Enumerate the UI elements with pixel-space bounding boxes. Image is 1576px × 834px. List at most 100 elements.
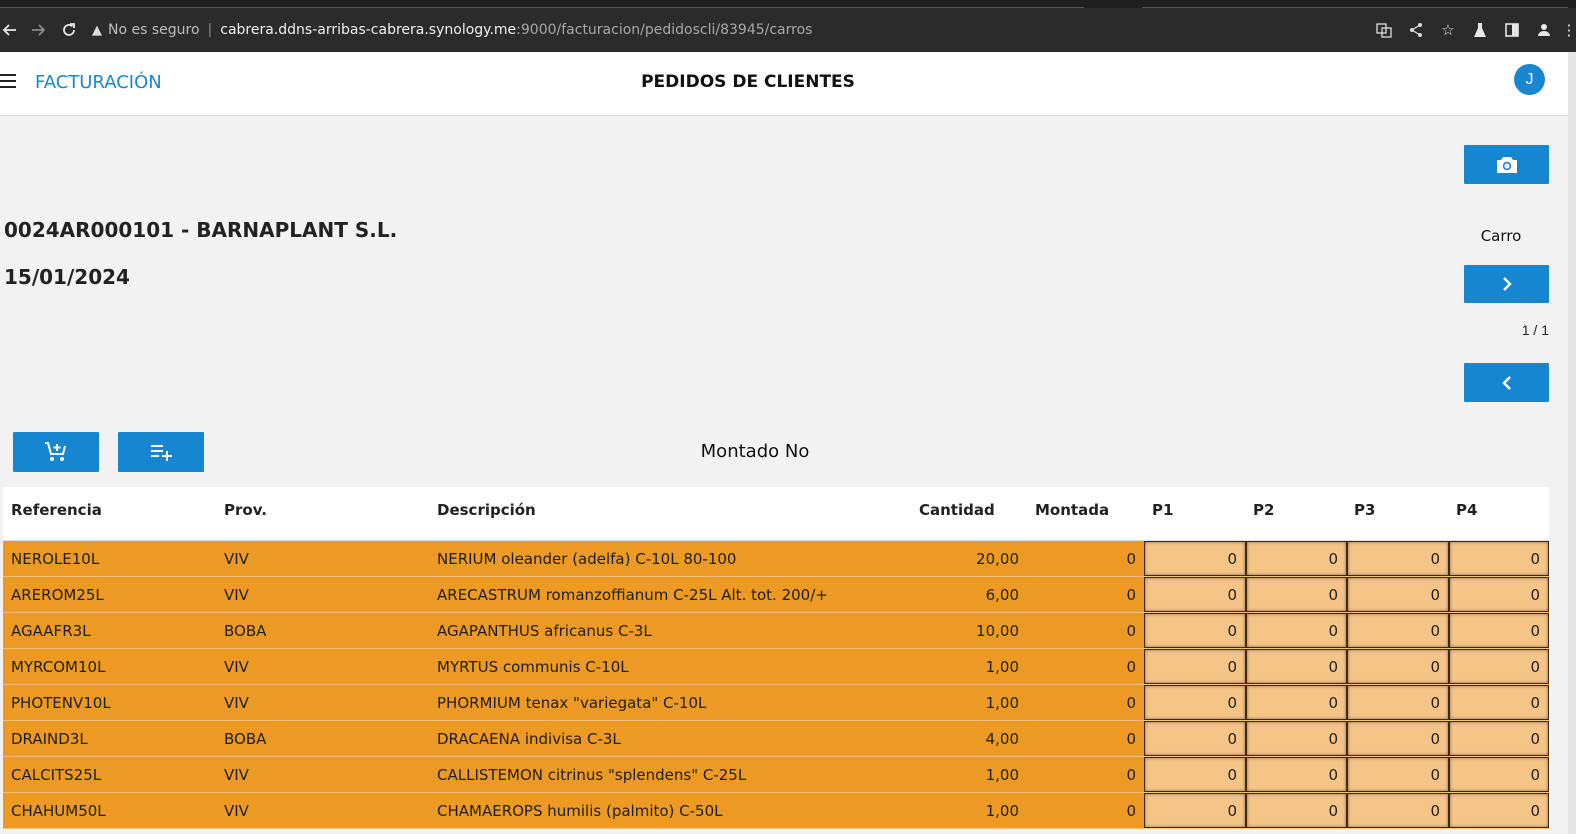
- cell-cantidad: 1,00: [985, 694, 1019, 712]
- input-p3[interactable]: 0: [1347, 649, 1449, 684]
- reload-icon[interactable]: [54, 15, 84, 45]
- cell-prov: BOBA: [224, 622, 267, 640]
- input-p2[interactable]: 0: [1246, 649, 1347, 684]
- cell-montada: 0: [1126, 802, 1136, 820]
- header-p3[interactable]: P3: [1354, 501, 1375, 519]
- table-row[interactable]: AREROM25L VIV ARECASTRUM romanzoffianum …: [3, 577, 1549, 613]
- input-p2[interactable]: 0: [1246, 793, 1347, 828]
- cell-cantidad: 6,00: [985, 586, 1019, 604]
- prev-cart-button[interactable]: [1464, 363, 1549, 402]
- cart-page-indicator: 1 / 1: [1521, 322, 1549, 338]
- input-p3[interactable]: 0: [1347, 721, 1449, 756]
- back-icon[interactable]: [0, 15, 24, 45]
- cell-prov: VIV: [224, 586, 249, 604]
- cell-cantidad: 4,00: [985, 730, 1019, 748]
- bookmark-star-icon[interactable]: ☆: [1434, 16, 1462, 44]
- input-p4[interactable]: 0: [1449, 793, 1549, 828]
- input-p3[interactable]: 0: [1347, 541, 1449, 576]
- cell-prov: VIV: [224, 802, 249, 820]
- input-p3[interactable]: 0: [1347, 577, 1449, 612]
- input-p1[interactable]: 0: [1144, 577, 1246, 612]
- input-p2[interactable]: 0: [1246, 757, 1347, 792]
- header-prov[interactable]: Prov.: [224, 501, 267, 519]
- montado-status: Montado No: [700, 441, 810, 462]
- header-montada[interactable]: Montada: [1035, 501, 1109, 519]
- warning-icon: ▲: [92, 22, 102, 38]
- input-p2[interactable]: 0: [1246, 721, 1347, 756]
- cell-descripcion: DRACAENA indivisa C-3L: [437, 730, 621, 748]
- table-row[interactable]: PHOTENV10L VIV PHORMIUM tenax "variegata…: [3, 685, 1549, 721]
- input-p4[interactable]: 0: [1449, 613, 1549, 648]
- input-p4[interactable]: 0: [1449, 649, 1549, 684]
- input-p4[interactable]: 0: [1449, 685, 1549, 720]
- input-p4[interactable]: 0: [1449, 721, 1549, 756]
- input-p2[interactable]: 0: [1246, 613, 1347, 648]
- table-row[interactable]: AGAAFR3L BOBA AGAPANTHUS africanus C-3L …: [3, 613, 1549, 649]
- header-p4[interactable]: P4: [1456, 501, 1477, 519]
- input-p4[interactable]: 0: [1449, 577, 1549, 612]
- cell-cantidad: 1,00: [985, 658, 1019, 676]
- header-p1[interactable]: P1: [1152, 501, 1173, 519]
- cell-referencia: CHAHUM50L: [11, 802, 106, 820]
- input-p1[interactable]: 0: [1144, 685, 1246, 720]
- chevron-left-icon: [1501, 375, 1511, 390]
- add-to-cart-button[interactable]: [13, 432, 99, 472]
- input-p1[interactable]: 0: [1144, 793, 1246, 828]
- input-p2[interactable]: 0: [1246, 577, 1347, 612]
- app-header: FACTURACIÓN PEDIDOS DE CLIENTES J: [0, 52, 1568, 116]
- forward-icon[interactable]: [24, 15, 54, 45]
- cell-cantidad: 10,00: [976, 622, 1019, 640]
- cell-cantidad: 20,00: [976, 550, 1019, 568]
- user-avatar[interactable]: J: [1514, 64, 1545, 95]
- input-p1[interactable]: 0: [1144, 757, 1246, 792]
- input-p2[interactable]: 0: [1246, 541, 1347, 576]
- input-p3[interactable]: 0: [1347, 685, 1449, 720]
- labs-flask-icon[interactable]: [1466, 16, 1494, 44]
- input-p1[interactable]: 0: [1144, 721, 1246, 756]
- cell-cantidad: 1,00: [985, 766, 1019, 784]
- add-line-button[interactable]: [118, 432, 204, 472]
- browser-tab[interactable]: [0, 0, 1084, 8]
- header-descripcion[interactable]: Descripción: [437, 501, 536, 519]
- header-cantidad[interactable]: Cantidad: [919, 501, 995, 519]
- url-divider: |: [207, 22, 213, 38]
- browser-tab-strip: [0, 0, 1576, 8]
- cell-descripcion: CHAMAEROPS humilis (palmito) C-50L: [437, 802, 723, 820]
- camera-button[interactable]: [1464, 145, 1549, 184]
- cell-referencia: NEROLE10L: [11, 550, 100, 568]
- url-host: cabrera.ddns-arribas-cabrera.synology.me: [220, 22, 517, 38]
- table-row[interactable]: CHAHUM50L VIV CHAMAEROPS humilis (palmit…: [3, 793, 1549, 829]
- table-row[interactable]: CALCITS25L VIV CALLISTEMON citrinus "spl…: [3, 757, 1549, 793]
- input-p2[interactable]: 0: [1246, 685, 1347, 720]
- cart-add-icon: [45, 442, 66, 461]
- input-p1[interactable]: 0: [1144, 613, 1246, 648]
- cell-prov: VIV: [224, 694, 249, 712]
- more-menu-icon[interactable]: ⋮: [1562, 16, 1576, 44]
- header-p2[interactable]: P2: [1253, 501, 1274, 519]
- address-bar[interactable]: ▲ No es seguro | cabrera.ddns-arribas-ca…: [92, 22, 812, 38]
- input-p3[interactable]: 0: [1347, 757, 1449, 792]
- browser-tab[interactable]: [1142, 0, 1568, 8]
- url-path: :9000/facturacion/pedidoscli/83945/carro…: [516, 22, 813, 38]
- page-title: PEDIDOS DE CLIENTES: [641, 72, 855, 92]
- translate-icon[interactable]: [1370, 16, 1398, 44]
- header-referencia[interactable]: Referencia: [11, 501, 102, 519]
- cell-prov: VIV: [224, 550, 249, 568]
- cell-descripcion: NERIUM oleander (adelfa) C-10L 80-100: [437, 550, 737, 568]
- input-p3[interactable]: 0: [1347, 613, 1449, 648]
- table-row[interactable]: DRAIND3L BOBA DRACAENA indivisa C-3L 4,0…: [3, 721, 1549, 757]
- input-p3[interactable]: 0: [1347, 793, 1449, 828]
- input-p1[interactable]: 0: [1144, 649, 1246, 684]
- next-cart-button[interactable]: [1464, 265, 1549, 303]
- table-row[interactable]: NEROLE10L VIV NERIUM oleander (adelfa) C…: [3, 541, 1549, 577]
- share-icon[interactable]: [1402, 16, 1430, 44]
- input-p4[interactable]: 0: [1449, 757, 1549, 792]
- cell-cantidad: 1,00: [985, 802, 1019, 820]
- cell-montada: 0: [1126, 730, 1136, 748]
- input-p1[interactable]: 0: [1144, 541, 1246, 576]
- table-row[interactable]: MYRCOM10L VIV MYRTUS communis C-10L 1,00…: [3, 649, 1549, 685]
- input-p4[interactable]: 0: [1449, 541, 1549, 576]
- profile-icon[interactable]: [1530, 16, 1558, 44]
- side-panel-icon[interactable]: [1498, 16, 1526, 44]
- page-scrollbar[interactable]: [1568, 52, 1576, 834]
